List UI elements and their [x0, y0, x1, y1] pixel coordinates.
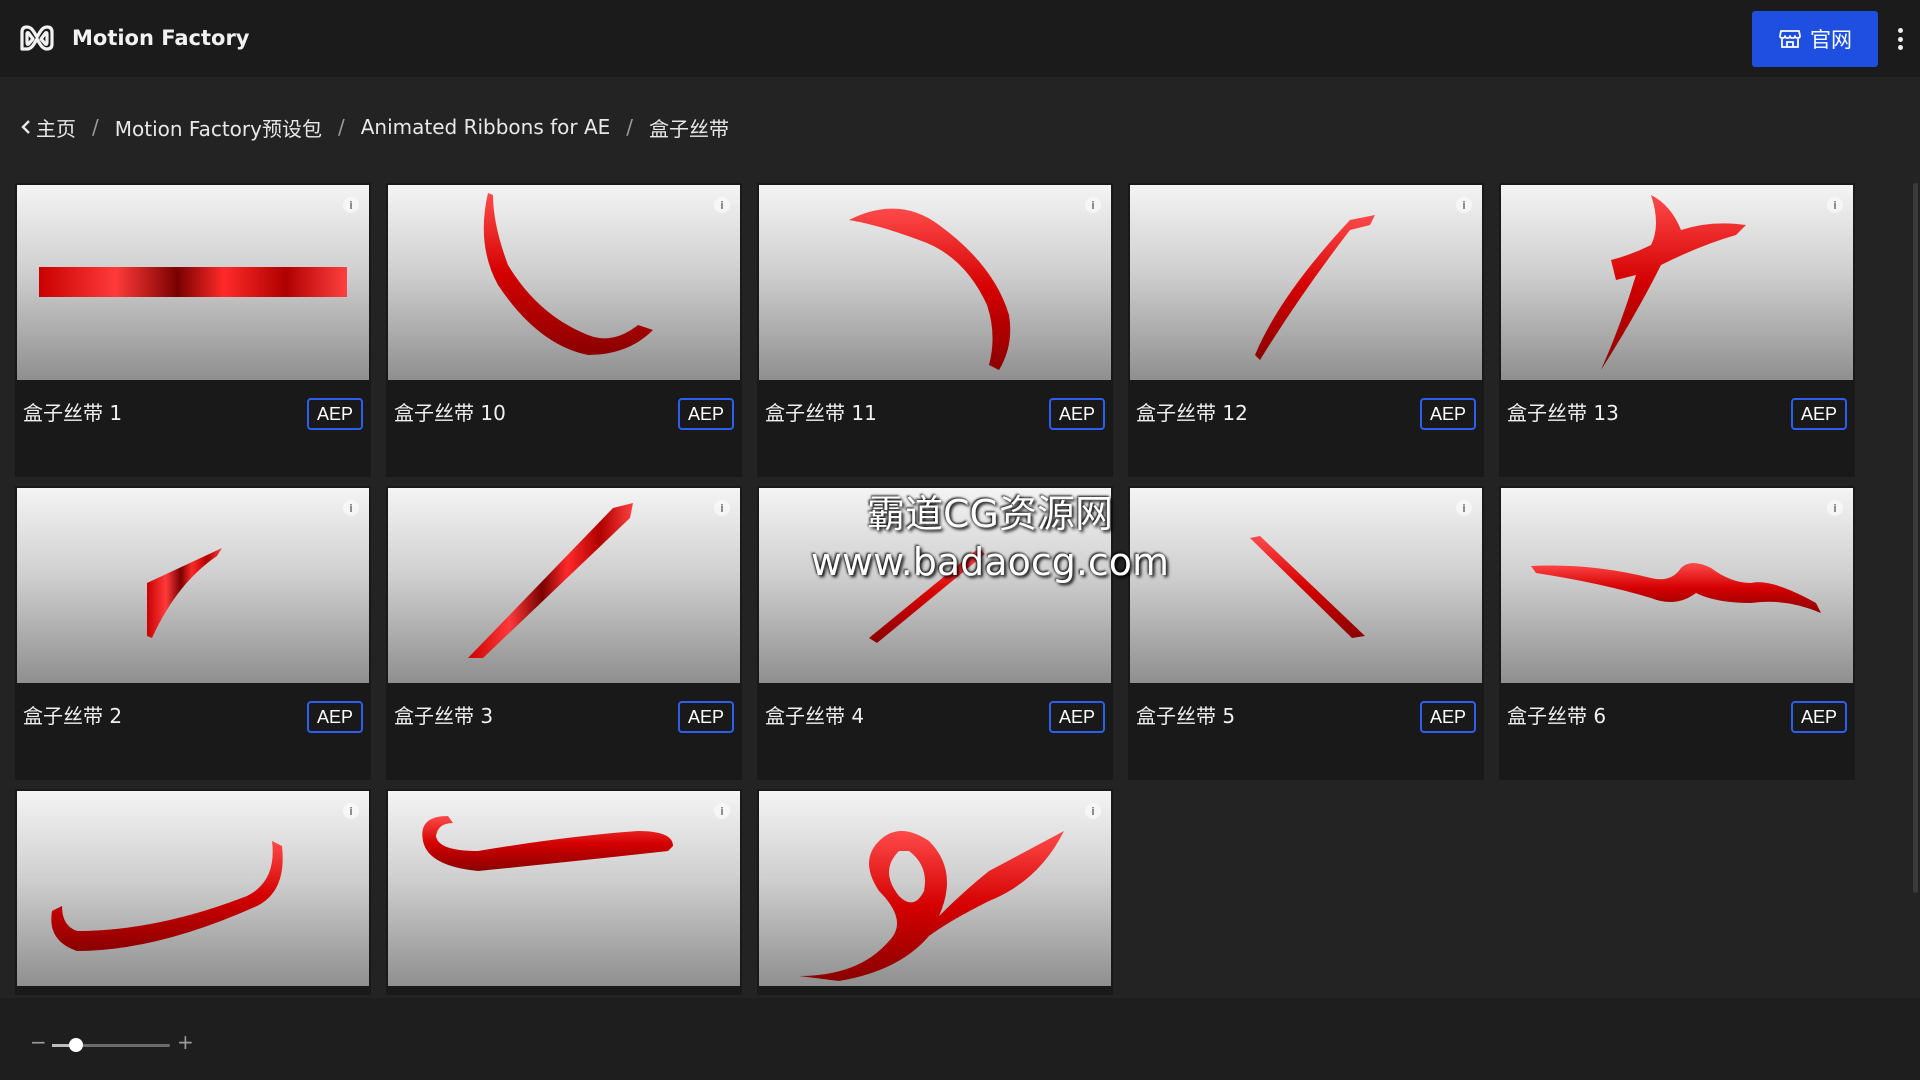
format-badge: AEP: [307, 398, 363, 430]
format-badge: AEP: [1420, 701, 1476, 733]
asset-thumbnail[interactable]: i: [759, 791, 1111, 986]
ribbon-preview: [1531, 563, 1821, 613]
asset-thumbnail[interactable]: i: [1130, 185, 1482, 380]
ribbon-preview: [468, 503, 633, 658]
asset-thumbnail[interactable]: i: [759, 488, 1111, 683]
app-title: Motion Factory: [72, 26, 250, 50]
official-site-label: 官网: [1810, 28, 1852, 52]
ribbon-preview: [1250, 536, 1365, 638]
ribbon-preview: [147, 548, 222, 638]
breadcrumb-current: 盒子丝带: [649, 116, 730, 141]
ribbon-preview: [799, 831, 1064, 981]
ribbon-preview: [39, 267, 347, 297]
info-icon[interactable]: i: [1827, 197, 1843, 213]
footer-bar: [0, 998, 1920, 1080]
asset-card[interactable]: i: [15, 789, 371, 995]
format-badge: AEP: [1049, 701, 1105, 733]
info-icon[interactable]: i: [1827, 500, 1843, 516]
ribbon-preview: [869, 548, 985, 643]
asset-card[interactable]: i: [757, 789, 1113, 995]
breadcrumb-separator: /: [337, 115, 345, 139]
info-icon[interactable]: i: [1085, 197, 1101, 213]
scrollbar[interactable]: [1913, 183, 1918, 893]
breadcrumb-separator: /: [92, 115, 99, 139]
official-site-button[interactable]: 官网: [1752, 11, 1878, 67]
asset-card[interactable]: i: [386, 789, 742, 995]
asset-card[interactable]: i 盒子丝带 13 AEP: [1499, 183, 1855, 477]
asset-thumbnail[interactable]: i: [1130, 488, 1482, 683]
asset-thumbnail[interactable]: i: [1501, 488, 1853, 683]
asset-title: 盒子丝带 1: [23, 401, 123, 425]
breadcrumb-home[interactable]: 主页: [20, 113, 76, 142]
asset-title: 盒子丝带 12: [1136, 401, 1248, 425]
ribbon-preview: [422, 816, 673, 871]
format-badge: AEP: [1420, 398, 1476, 430]
breadcrumb: 主页 / Motion Factory预设包 / Animated Ribbon…: [20, 112, 729, 142]
ribbon-preview: [1601, 195, 1746, 370]
format-badge: AEP: [1049, 398, 1105, 430]
info-icon[interactable]: i: [343, 500, 359, 516]
asset-card[interactable]: i 盒子丝带 5 AEP: [1128, 486, 1484, 780]
info-icon[interactable]: i: [714, 803, 730, 819]
ribbon-preview: [1255, 215, 1375, 360]
asset-title: 盒子丝带 2: [23, 704, 123, 728]
top-bar: Motion Factory 官网: [0, 0, 1920, 77]
asset-card[interactable]: i 盒子丝带 1 AEP: [15, 183, 371, 477]
info-icon[interactable]: i: [1085, 500, 1101, 516]
asset-thumbnail[interactable]: i: [17, 488, 369, 683]
breadcrumb-preset-pack[interactable]: Motion Factory预设包: [115, 113, 322, 142]
asset-thumbnail[interactable]: i: [388, 791, 740, 986]
info-icon[interactable]: i: [343, 197, 359, 213]
asset-thumbnail[interactable]: i: [388, 185, 740, 380]
asset-title: 盒子丝带 10: [394, 401, 506, 425]
asset-thumbnail[interactable]: i: [388, 488, 740, 683]
asset-title: 盒子丝带 3: [394, 704, 494, 728]
info-icon[interactable]: i: [714, 500, 730, 516]
info-icon[interactable]: i: [343, 803, 359, 819]
asset-card[interactable]: i 盒子丝带 12 AEP: [1128, 183, 1484, 477]
asset-title: 盒子丝带 6: [1507, 704, 1607, 728]
asset-title: 盒子丝带 4: [765, 704, 865, 728]
asset-thumbnail[interactable]: i: [759, 185, 1111, 380]
asset-card[interactable]: i 盒子丝带 10 AEP: [386, 183, 742, 477]
ribbon-preview: [483, 193, 653, 355]
info-icon[interactable]: i: [1085, 803, 1101, 819]
asset-title: 盒子丝带 11: [765, 401, 877, 425]
zoom-in-button[interactable]: +: [177, 1032, 194, 1052]
asset-card[interactable]: i 盒子丝带 4 AEP: [757, 486, 1113, 780]
ribbon-preview: [849, 208, 1011, 370]
asset-grid: i 盒子丝带 1 AEP i 盒子丝带 10 AEP i 盒子丝带 11 AEP i 盒子丝带 12…: [15, 183, 1860, 995]
asset-title: 盒子丝带 13: [1507, 401, 1619, 425]
chevron-left-icon: [21, 120, 30, 134]
format-badge: AEP: [307, 701, 363, 733]
asset-card[interactable]: i 盒子丝带 2 AEP: [15, 486, 371, 780]
ribbon-preview: [51, 841, 283, 951]
asset-thumbnail[interactable]: i: [17, 185, 369, 380]
asset-card[interactable]: i 盒子丝带 3 AEP: [386, 486, 742, 780]
zoom-out-button[interactable]: −: [30, 1032, 47, 1052]
asset-thumbnail[interactable]: i: [17, 791, 369, 986]
asset-title: 盒子丝带 5: [1136, 704, 1236, 728]
format-badge: AEP: [1791, 398, 1847, 430]
breadcrumb-ribbons[interactable]: Animated Ribbons for AE: [361, 115, 611, 139]
info-icon[interactable]: i: [1456, 500, 1472, 516]
mf-logo-icon[interactable]: [18, 22, 56, 54]
asset-thumbnail[interactable]: i: [1501, 185, 1853, 380]
format-badge: AEP: [1791, 701, 1847, 733]
breadcrumb-separator: /: [626, 115, 634, 139]
asset-card[interactable]: i 盒子丝带 11 AEP: [757, 183, 1113, 477]
more-vertical-icon[interactable]: [1888, 24, 1912, 54]
info-icon[interactable]: i: [714, 197, 730, 213]
asset-card[interactable]: i 盒子丝带 6 AEP: [1499, 486, 1855, 780]
format-badge: AEP: [678, 701, 734, 733]
store-icon: [1779, 30, 1801, 48]
info-icon[interactable]: i: [1456, 197, 1472, 213]
zoom-slider-handle[interactable]: [68, 1038, 83, 1052]
format-badge: AEP: [678, 398, 734, 430]
